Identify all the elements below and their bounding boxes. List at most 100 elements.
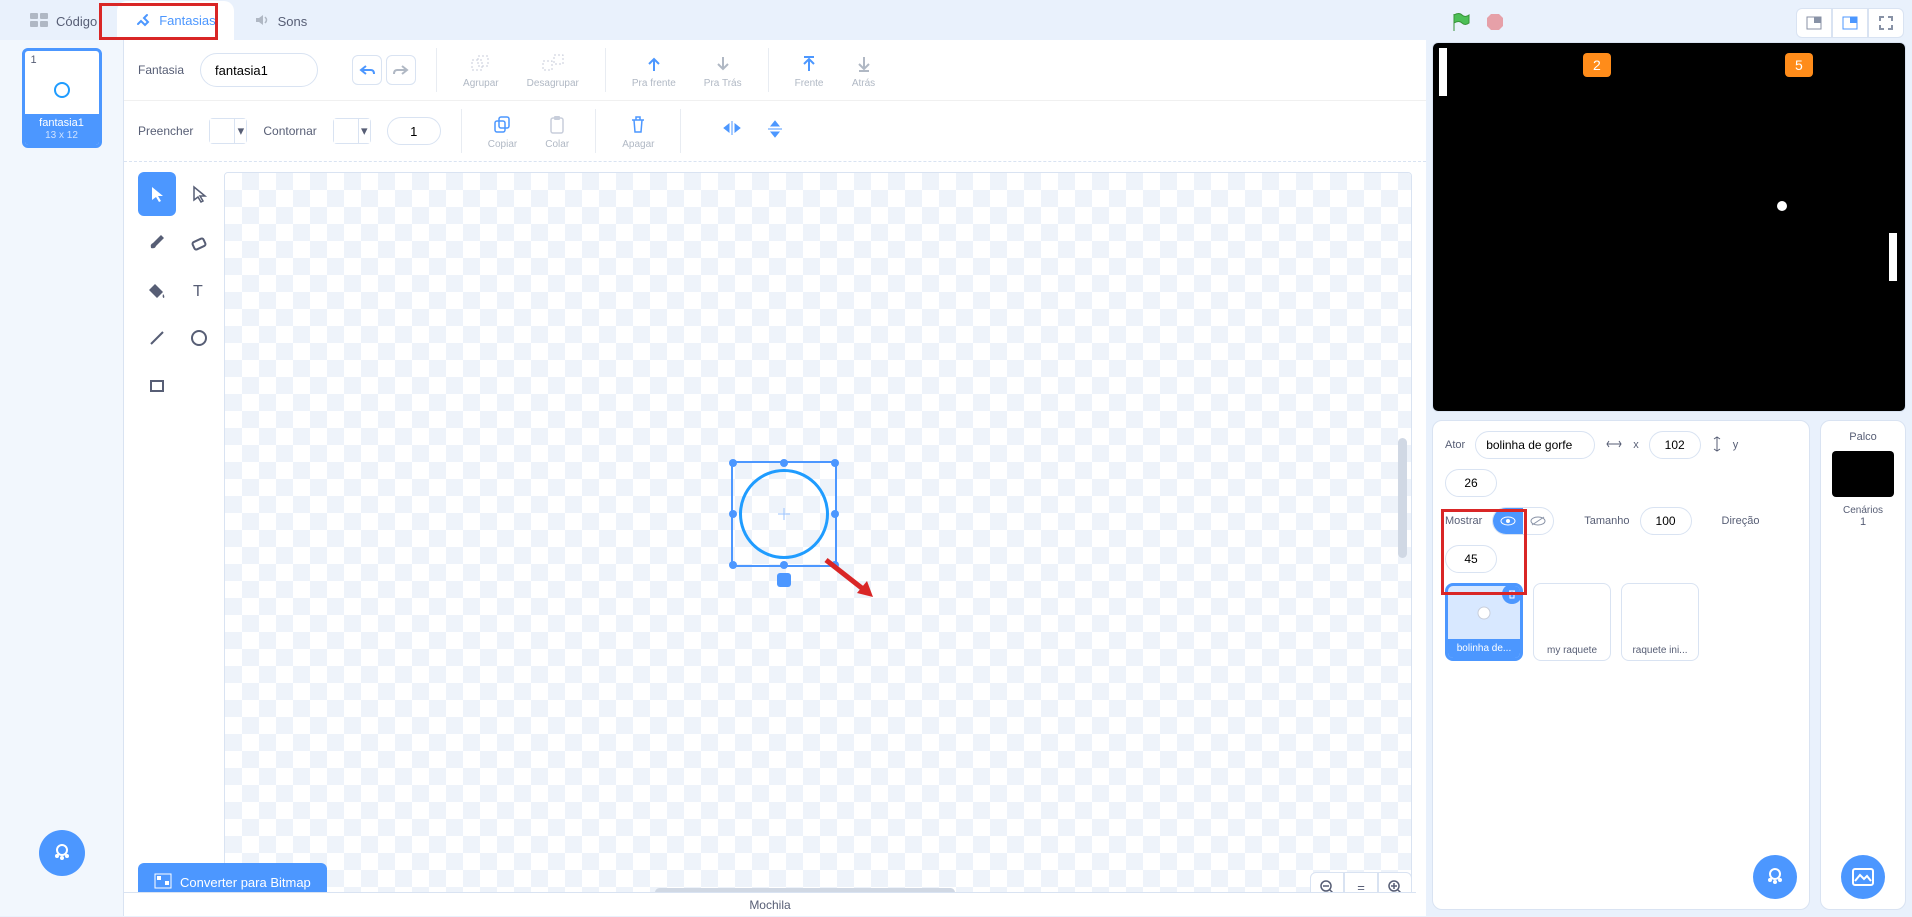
stage-paddle-right — [1889, 233, 1897, 281]
hide-sprite-button[interactable] — [1523, 508, 1553, 534]
text-tool[interactable]: T — [180, 268, 218, 312]
sound-icon — [254, 13, 270, 30]
bitmap-icon — [154, 873, 172, 892]
paste-button[interactable]: Colar — [539, 113, 575, 150]
add-sprite-button[interactable] — [1753, 855, 1797, 899]
brush-tool[interactable] — [138, 220, 176, 264]
back-button[interactable]: Atrás — [846, 52, 882, 89]
x-label: x — [1633, 439, 1639, 451]
separator — [461, 109, 462, 153]
tool-palette: T — [138, 172, 214, 902]
sprite-name-input[interactable] — [1475, 431, 1595, 459]
stage-thumbnail[interactable] — [1832, 451, 1894, 497]
direction-label: Direção — [1722, 515, 1760, 527]
add-backdrop-button[interactable] — [1841, 855, 1885, 899]
sprite-info-panel: Ator x y Mostrar Tamanho — [1432, 420, 1810, 910]
run-controls — [1450, 11, 1506, 33]
resize-handle[interactable] — [729, 561, 737, 569]
tab-sounds-label: Sons — [278, 14, 308, 29]
reshape-tool[interactable] — [180, 172, 218, 216]
costume-list-sidebar: 1 fantasia1 13 x 12 — [0, 40, 124, 916]
costume-editor: Fantasia Agrupar Desagrupar Pra frente P… — [124, 40, 1426, 916]
flip-vertical-button[interactable] — [765, 118, 785, 145]
ungroup-button[interactable]: Desagrupar — [521, 52, 585, 89]
front-button[interactable]: Frente — [789, 52, 830, 89]
backpack-bar[interactable]: Mochila — [124, 892, 1416, 916]
backward-button[interactable]: Pra Trás — [698, 52, 748, 89]
vertical-scrollbar[interactable] — [1398, 438, 1407, 558]
costume-thumbnail[interactable]: 1 fantasia1 13 x 12 — [22, 48, 102, 148]
toolbar-row-1: Fantasia Agrupar Desagrupar Pra frente P… — [124, 40, 1426, 101]
sprite-item-bolinha[interactable]: bolinha de... — [1445, 583, 1523, 661]
stage-small-button[interactable] — [1796, 8, 1832, 38]
stage-panel: Palco Cenários 1 — [1820, 420, 1906, 910]
stage-paddle-left — [1439, 48, 1447, 96]
sprite-item-my-raquete[interactable]: my raquete — [1533, 583, 1611, 661]
resize-handle[interactable] — [729, 510, 737, 518]
group-button[interactable]: Agrupar — [457, 52, 505, 89]
editor-tabs: Código Fantasias Sons — [0, 0, 1912, 40]
fill-color-picker[interactable]: ▾ — [209, 118, 247, 144]
sprite-list: bolinha de... my raquete raquete ini... — [1445, 583, 1797, 661]
stage-large-button[interactable] — [1832, 8, 1868, 38]
separator — [595, 109, 596, 153]
fill-tool[interactable] — [138, 268, 176, 312]
separator — [680, 109, 681, 153]
stop-button[interactable] — [1484, 11, 1506, 33]
add-costume-button[interactable] — [39, 830, 85, 876]
paint-canvas[interactable] — [224, 172, 1412, 902]
y-input[interactable] — [1445, 469, 1497, 497]
costume-name-field-label: Fantasia — [138, 63, 184, 77]
undo-button[interactable] — [352, 55, 382, 85]
forward-button[interactable]: Pra frente — [626, 52, 682, 89]
eraser-tool[interactable] — [180, 220, 218, 264]
toolbar-row-2: Preencher ▾ Contornar ▾ Copiar Colar Apa… — [124, 101, 1426, 161]
stage-title: Palco — [1827, 431, 1899, 443]
resize-handle[interactable] — [729, 459, 737, 467]
separator — [768, 48, 769, 92]
xy-arrows-icon — [1605, 438, 1623, 453]
fill-label: Preencher — [138, 124, 193, 138]
circle-tool[interactable] — [180, 316, 218, 360]
selection-box[interactable] — [731, 461, 837, 567]
score-2: 5 — [1785, 53, 1813, 77]
x-input[interactable] — [1649, 431, 1701, 459]
score-1: 2 — [1583, 53, 1611, 77]
brush-icon — [135, 11, 151, 30]
right-panel: 2 5 Ator x y Mostrar — [1426, 40, 1912, 916]
select-tool[interactable] — [138, 172, 176, 216]
backdrops-count: 1 — [1827, 516, 1899, 528]
code-icon — [30, 13, 48, 30]
costume-dimensions: 13 x 12 — [25, 130, 99, 145]
flip-horizontal-button[interactable] — [721, 118, 745, 145]
delete-button[interactable]: Apagar — [616, 113, 660, 150]
resize-handle[interactable] — [780, 561, 788, 569]
costume-name-input[interactable] — [200, 53, 318, 87]
outline-color-picker[interactable]: ▾ — [333, 118, 371, 144]
canvas-area: T — [124, 161, 1426, 916]
direction-input[interactable] — [1445, 545, 1497, 573]
resize-handle[interactable] — [831, 459, 839, 467]
sprite-item-raquete-ini[interactable]: raquete ini... — [1621, 583, 1699, 661]
resize-handle[interactable] — [831, 510, 839, 518]
tab-costumes-label: Fantasias — [159, 13, 215, 28]
costume-number: 1 — [25, 51, 99, 66]
stage-preview[interactable]: 2 5 — [1432, 42, 1906, 412]
tab-costumes[interactable]: Fantasias — [117, 1, 233, 40]
green-flag-button[interactable] — [1450, 11, 1472, 33]
tab-sounds[interactable]: Sons — [236, 3, 326, 40]
outline-width-input[interactable] — [387, 117, 441, 145]
show-sprite-button[interactable] — [1493, 508, 1523, 534]
rectangle-tool[interactable] — [138, 364, 176, 408]
line-tool[interactable] — [138, 316, 176, 360]
resize-handle[interactable] — [780, 459, 788, 467]
rotate-handle[interactable] — [777, 573, 791, 587]
backdrops-label: Cenários — [1827, 505, 1899, 516]
delete-sprite-button[interactable] — [1502, 584, 1522, 604]
bitmap-button-label: Converter para Bitmap — [180, 875, 311, 890]
size-input[interactable] — [1640, 507, 1692, 535]
tab-code[interactable]: Código — [12, 3, 115, 40]
copy-button[interactable]: Copiar — [482, 113, 523, 150]
redo-button[interactable] — [386, 55, 416, 85]
stage-fullscreen-button[interactable] — [1868, 8, 1904, 38]
